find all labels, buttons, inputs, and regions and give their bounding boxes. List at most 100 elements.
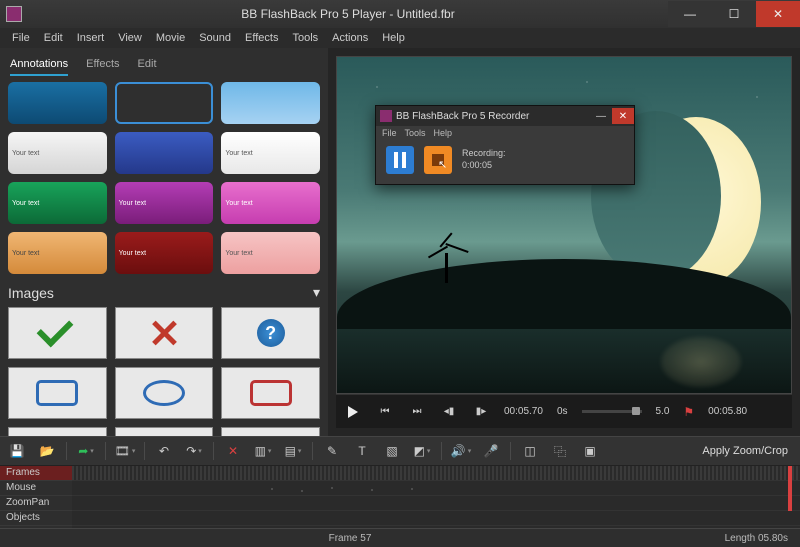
- save-button[interactable]: 💾: [6, 441, 28, 461]
- image-red-oval-2[interactable]: [115, 427, 214, 436]
- menu-effects[interactable]: Effects: [239, 30, 284, 46]
- recorder-close-button[interactable]: ✕: [612, 108, 634, 124]
- crop-tool-button[interactable]: ◫: [519, 441, 541, 461]
- recorder-stop-button[interactable]: ↖: [424, 146, 452, 174]
- menu-sound[interactable]: Sound: [193, 30, 237, 46]
- timeline-end-marker[interactable]: [788, 466, 792, 511]
- image-blue-rect[interactable]: [8, 367, 107, 419]
- callout-style-12[interactable]: Your text: [221, 232, 320, 274]
- track-frames[interactable]: [72, 466, 800, 481]
- menu-view[interactable]: View: [112, 30, 148, 46]
- image-cross[interactable]: [115, 307, 214, 359]
- crop-frame-button[interactable]: ▤: [282, 441, 304, 461]
- textbox-button[interactable]: T: [351, 441, 373, 461]
- recorder-menu-help[interactable]: Help: [434, 128, 453, 138]
- timeline: Frames Mouse ZoomPan Objects 🔓: [0, 466, 800, 528]
- play-button[interactable]: [344, 403, 362, 421]
- image-button[interactable]: ▧: [381, 441, 403, 461]
- undo-button[interactable]: ↶: [153, 441, 175, 461]
- speed-min-label: 0s: [557, 406, 568, 417]
- track-mouse[interactable]: [72, 481, 800, 496]
- recorder-window[interactable]: BB FlashBack Pro 5 Recorder — ✕ File Too…: [375, 105, 635, 185]
- statusbar: Frame 57 Length 05.80s: [0, 528, 800, 547]
- recorder-titlebar[interactable]: BB FlashBack Pro 5 Recorder — ✕: [376, 106, 634, 126]
- callout-style-11[interactable]: Your text: [115, 232, 214, 274]
- speed-slider[interactable]: [582, 410, 642, 413]
- menu-file[interactable]: File: [6, 30, 36, 46]
- recorder-pause-button[interactable]: [386, 146, 414, 174]
- annotation-bubbles-grid: Your text Your text Your text Your text …: [8, 82, 320, 274]
- menu-tools[interactable]: Tools: [286, 30, 324, 46]
- image-blue-oval[interactable]: [115, 367, 214, 419]
- track-label-objects[interactable]: Objects: [0, 511, 72, 526]
- menu-movie[interactable]: Movie: [150, 30, 191, 46]
- share-button[interactable]: ➦: [75, 441, 97, 461]
- app-icon: [6, 6, 22, 22]
- callout-style-8[interactable]: Your text: [115, 182, 214, 224]
- timeline-tracks[interactable]: 🔓: [72, 466, 800, 528]
- preview-water: [337, 329, 791, 393]
- menu-insert[interactable]: Insert: [71, 30, 111, 46]
- preview-moon: [631, 117, 761, 287]
- recorder-minimize-button[interactable]: —: [590, 108, 612, 124]
- menu-actions[interactable]: Actions: [326, 30, 374, 46]
- open-button[interactable]: 📂: [36, 441, 58, 461]
- window-minimize-button[interactable]: —: [668, 1, 712, 27]
- image-red-rect-2[interactable]: [221, 427, 320, 436]
- image-red-rect[interactable]: [221, 367, 320, 419]
- main-toolbar: 💾 📂 ➦ 🎞 ↶ ↷ ✕ ▥ ▤ ✎ T ▧ ◩ 🔊 🎤 ◫ ⿻ ▣ Appl…: [0, 436, 800, 466]
- callout-style-4[interactable]: Your text: [8, 132, 107, 174]
- track-objects[interactable]: [72, 511, 800, 526]
- text-annotation-button[interactable]: ✎: [321, 441, 343, 461]
- window-close-button[interactable]: ✕: [756, 1, 800, 27]
- track-label-frames[interactable]: Frames: [0, 466, 72, 481]
- audio-button[interactable]: 🔊: [450, 441, 472, 461]
- step-back-button[interactable]: ◂▮: [440, 403, 458, 421]
- callout-style-9[interactable]: Your text: [221, 182, 320, 224]
- status-frame: Frame 57: [200, 533, 500, 544]
- preview-panel: BB FlashBack Pro 5 Recorder — ✕ File Too…: [328, 48, 800, 436]
- mic-button[interactable]: 🎤: [480, 441, 502, 461]
- clip-button[interactable]: ▣: [579, 441, 601, 461]
- callout-style-2[interactable]: [115, 82, 214, 124]
- side-panel: Annotations Effects Edit Your text Your …: [0, 48, 328, 436]
- callout-style-1[interactable]: [8, 82, 107, 124]
- preview-tree: [417, 223, 477, 283]
- menu-help[interactable]: Help: [376, 30, 411, 46]
- recorder-menu-file[interactable]: File: [382, 128, 397, 138]
- tab-edit[interactable]: Edit: [138, 58, 157, 76]
- copy-button[interactable]: ⿻: [549, 441, 571, 461]
- track-label-mouse[interactable]: Mouse: [0, 481, 72, 496]
- callout-style-6[interactable]: Your text: [221, 132, 320, 174]
- image-red-oval[interactable]: [8, 427, 107, 436]
- recorder-status: Recording: 0:00:05: [462, 148, 506, 171]
- marker-flag-icon[interactable]: ⚑: [683, 405, 694, 419]
- recorder-menu-tools[interactable]: Tools: [405, 128, 426, 138]
- callout-style-10[interactable]: Your text: [8, 232, 107, 274]
- redo-button[interactable]: ↷: [183, 441, 205, 461]
- insert-frame-button[interactable]: ▥: [252, 441, 274, 461]
- step-forward-button[interactable]: ▮▸: [472, 403, 490, 421]
- skip-end-button[interactable]: ⏭: [408, 403, 426, 421]
- menu-edit[interactable]: Edit: [38, 30, 69, 46]
- recorder-app-icon: [380, 110, 392, 122]
- tab-effects[interactable]: Effects: [86, 58, 119, 76]
- highlight-button[interactable]: ◩: [411, 441, 433, 461]
- callout-style-3[interactable]: [221, 82, 320, 124]
- image-question[interactable]: ?: [221, 307, 320, 359]
- apply-zoom-crop-button[interactable]: Apply Zoom/Crop: [696, 445, 794, 457]
- delete-button[interactable]: ✕: [222, 441, 244, 461]
- callout-style-5[interactable]: [115, 132, 214, 174]
- track-label-zoompan[interactable]: ZoomPan: [0, 496, 72, 511]
- tab-annotations[interactable]: Annotations: [10, 58, 68, 76]
- skip-start-button[interactable]: ⏮: [376, 403, 394, 421]
- image-checkmark[interactable]: [8, 307, 107, 359]
- export-button[interactable]: 🎞: [114, 441, 136, 461]
- window-maximize-button[interactable]: ☐: [712, 1, 756, 27]
- video-preview[interactable]: BB FlashBack Pro 5 Recorder — ✕ File Too…: [336, 56, 792, 394]
- images-section-header[interactable]: Images ▾: [8, 284, 320, 301]
- callout-style-7[interactable]: Your text: [8, 182, 107, 224]
- track-zoompan[interactable]: [72, 496, 800, 511]
- status-length: Length 05.80s: [713, 533, 800, 544]
- playback-time-total: 00:05.80: [708, 406, 747, 417]
